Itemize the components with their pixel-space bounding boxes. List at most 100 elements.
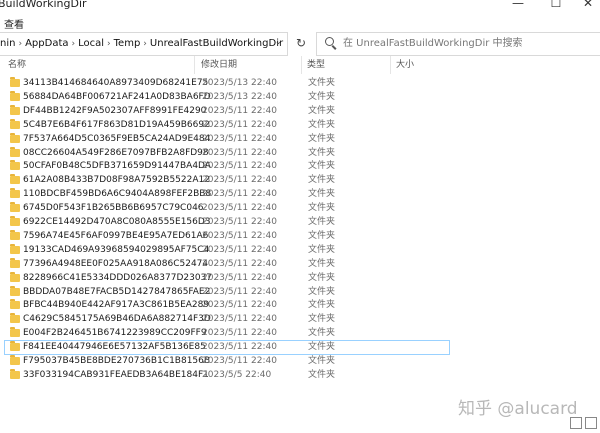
file-date: 2023/5/11 22:40 <box>202 244 277 255</box>
folder-icon <box>10 160 20 171</box>
file-row[interactable]: 6922CE14492D470A8C080A8555E156D3 2023/5/1… <box>4 215 450 230</box>
file-row[interactable]: DF44BB1242F9A502307AFF8991FE4290 2023/5/1… <box>4 104 450 119</box>
file-type: 文件夹 <box>308 286 336 297</box>
breadcrumb-separator-icon: › <box>71 39 76 49</box>
folder-icon <box>10 271 20 282</box>
file-type: 文件夹 <box>308 328 336 339</box>
file-date: 2023/5/11 22:40 <box>202 105 277 116</box>
file-type: 文件夹 <box>308 175 336 186</box>
file-type: 文件夹 <box>308 272 336 283</box>
column-divider[interactable] <box>390 56 391 74</box>
search-box[interactable]: 在 UnrealFastBuildWorkingDir 中搜索 <box>316 32 600 56</box>
file-name: E004F2B246451B6741223989CC209FF9 <box>23 328 207 339</box>
menu-bar: 查看 <box>0 14 600 32</box>
column-type-header[interactable]: 类型 <box>307 56 325 74</box>
file-type: 文件夹 <box>308 119 336 130</box>
file-name: 110BDCBF459BD6A6C9404A898FEF2BB8 <box>23 189 212 200</box>
file-type: 文件夹 <box>308 91 336 102</box>
file-type: 文件夹 <box>308 258 336 269</box>
minimize-button[interactable]: — <box>506 0 530 10</box>
file-name: F841EE40447946E6E57132AF5B136E85 <box>23 342 206 353</box>
folder-icon <box>10 257 20 268</box>
file-name: C4629C5845175A69B46DA6A882714F3D <box>23 314 211 325</box>
file-name: 61A2A08B433B7D08F98A7592B5522A12 <box>23 175 210 186</box>
file-row[interactable]: 8228966C41E5334DDD026A8377D23037 2023/5/1… <box>4 271 450 286</box>
file-row[interactable]: 7596A74E45F6AF0997BE4E95A7ED61A6 2023/5/1… <box>4 229 450 244</box>
title-bar: BuildWorkingDir — ☐ ✕ <box>0 0 600 14</box>
column-date-header[interactable]: 修改日期 <box>201 56 237 74</box>
file-name: 6745D0F543F1B265BB6B6957C79C046 <box>23 203 204 214</box>
file-name: 6922CE14492D470A8C080A8555E156D3 <box>23 217 211 227</box>
maximize-button[interactable]: ☐ <box>544 0 568 10</box>
column-size-header[interactable]: 大小 <box>396 56 414 74</box>
breadcrumb-user[interactable]: nin <box>0 38 15 49</box>
details-view-icon[interactable] <box>570 417 582 429</box>
file-row[interactable]: C4629C5845175A69B46DA6A882714F3D 2023/5/1… <box>4 312 450 327</box>
menu-view[interactable]: 查看 <box>4 16 24 31</box>
file-type: 文件夹 <box>308 300 336 311</box>
file-date: 2023/5/11 22:40 <box>202 286 277 297</box>
file-row[interactable]: 5C4B7E6B4F617F863D81D19A459B6692 2023/5/1… <box>4 118 450 133</box>
file-name: 34113B414684640A8973409D68241E75 <box>23 78 209 88</box>
column-header: 名称 修改日期 类型 大小 <box>0 56 600 74</box>
file-row[interactable]: 50CFAF0B48C5DFB371659D91447BA4DA 2023/5/1… <box>4 159 450 174</box>
file-date: 2023/5/11 22:40 <box>202 356 277 366</box>
file-row[interactable]: 56884DA64BF006721AF241A0D83BA6FD 2023/5/1… <box>4 90 450 105</box>
refresh-icon[interactable]: ↻ <box>292 35 310 51</box>
file-row[interactable]: 7F537A664D5C0365F9EB5CA24AD9E484 2023/5/1… <box>4 132 450 147</box>
file-row[interactable]: 61A2A08B433B7D08F98A7592B5522A12 2023/5/1… <box>4 173 450 188</box>
file-type: 文件夹 <box>308 105 336 116</box>
file-date: 2023/5/11 22:40 <box>202 147 277 158</box>
file-row[interactable]: 110BDCBF459BD6A6C9404A898FEF2BB8 2023/5/1… <box>4 187 450 202</box>
large-icons-view-icon[interactable] <box>585 417 597 429</box>
file-row[interactable]: BBDDA07B48E7FACB5D1427847865FAE2 2023/5/1… <box>4 285 450 300</box>
folder-icon <box>10 313 20 324</box>
file-row[interactable]: F841EE40447946E6E57132AF5B136E85 2023/5/1… <box>4 340 450 356</box>
column-divider[interactable] <box>301 56 302 74</box>
file-name: BFBC44B940E442AF917A3C861B5EA289 <box>23 300 210 311</box>
breadcrumb-current-folder[interactable]: UnrealFastBuildWorkingDir <box>150 38 283 49</box>
file-date: 2023/5/11 22:40 <box>202 342 277 353</box>
file-row[interactable]: F795037B45BE8BDE270736B1C1B8156B 2023/5/1… <box>4 354 450 369</box>
file-row[interactable]: BFBC44B940E442AF917A3C861B5EA289 2023/5/1… <box>4 298 450 313</box>
breadcrumb-appdata[interactable]: AppData <box>25 38 68 49</box>
column-divider[interactable] <box>194 56 195 74</box>
folder-icon <box>10 174 20 185</box>
address-bar[interactable]: nin › AppData › Local › Temp › UnrealFastBuildWo… <box>0 32 288 56</box>
file-type: 文件夹 <box>308 356 336 366</box>
file-name: 08CC26604A549F286E7097BFB2A8FD98 <box>23 147 209 158</box>
address-dropdown-icon[interactable]: ⌄ <box>275 37 282 46</box>
column-name-header[interactable]: 名称 <box>8 56 26 74</box>
file-type: 文件夹 <box>308 133 336 144</box>
file-row[interactable]: 34113B414684640A8973409D68241E75 2023/5/1… <box>4 76 450 91</box>
file-row[interactable]: 6745D0F543F1B265BB6B6957C79C046 2023/5/11… <box>4 201 450 216</box>
window-title: BuildWorkingDir <box>0 0 87 10</box>
file-date: 2023/5/11 22:40 <box>202 217 277 227</box>
search-placeholder: 在 UnrealFastBuildWorkingDir 中搜索 <box>343 38 523 49</box>
folder-icon <box>10 243 20 254</box>
folder-icon <box>10 104 20 115</box>
folder-icon <box>10 368 20 379</box>
folder-icon <box>10 327 20 338</box>
file-name: 19133CAD469A93968594029895AF75C4 <box>23 244 210 255</box>
file-row[interactable]: 19133CAD469A93968594029895AF75C4 2023/5/1… <box>4 243 450 258</box>
file-row[interactable]: 08CC26604A549F286E7097BFB2A8FD98 2023/5/1… <box>4 146 450 161</box>
breadcrumb-temp[interactable]: Temp <box>114 38 141 49</box>
file-row[interactable]: 77396A4948EE0F025AA918A086C52474 2023/5/1… <box>4 257 450 272</box>
folder-icon <box>10 118 20 129</box>
breadcrumb-local[interactable]: Local <box>78 38 104 49</box>
breadcrumb-separator-icon: › <box>107 39 111 49</box>
file-type: 文件夹 <box>308 203 336 214</box>
file-date: 2023/5/11 22:40 <box>202 314 277 325</box>
file-type: 文件夹 <box>308 342 336 353</box>
search-icon <box>325 37 334 46</box>
file-row[interactable]: E004F2B246451B6741223989CC209FF9 2023/5/1… <box>4 326 450 341</box>
file-type: 文件夹 <box>308 369 336 380</box>
file-type: 文件夹 <box>308 244 336 255</box>
file-row[interactable]: 33F033194CAB931FEAEDB3A64BE184F1 2023/5/5… <box>4 368 450 383</box>
close-button[interactable]: ✕ <box>576 0 600 10</box>
folder-icon <box>10 299 20 310</box>
file-date: 2023/5/11 22:40 <box>202 328 277 339</box>
file-name: DF44BB1242F9A502307AFF8991FE4290 <box>23 105 207 116</box>
file-date: 2023/5/11 22:40 <box>202 230 277 241</box>
